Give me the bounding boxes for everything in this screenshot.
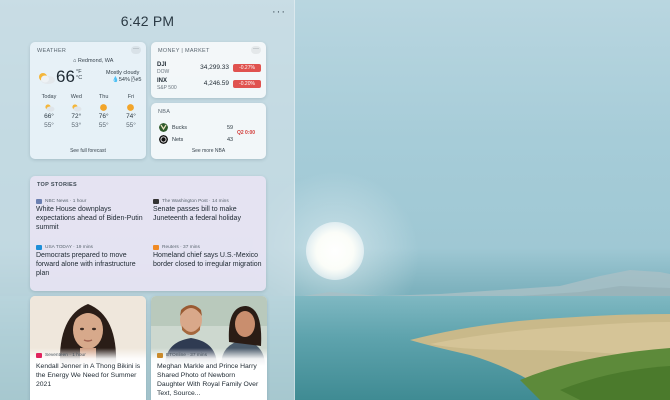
story-title: Homeland chief says U.S.-Mexico border c… [153,252,262,268]
weather-meta: 💧54% 🌬5 [112,77,141,83]
top-stories-header: TOP STORIES [37,182,77,188]
panel-more-button[interactable]: ··· [272,6,286,18]
usa-today-logo-icon [36,244,42,250]
game-status: Q2 0:00 [237,130,256,136]
weather-condition: Mostly cloudy [106,70,140,76]
etonline-logo-icon [157,353,163,358]
humidity: 💧54% [112,77,130,83]
story-item[interactable]: NBC News · 1 hour White House downplays … [36,197,146,232]
stock-row[interactable]: DJI DOW 34,299.33 -0.27% [157,62,261,78]
stock-change-badge: -0.20% [233,80,261,88]
nba-header: NBA [158,109,171,115]
location-pin-icon: ⌂ [73,58,77,64]
top-stories-card: TOP STORIES NBC News · 1 hour White Hous… [30,176,266,291]
money-header: MONEY | MARKET [158,48,210,54]
forecast-day: Today 66° 55° [37,94,61,130]
story-item[interactable]: Reuters · 37 mins Homeland chief says U.… [153,243,263,269]
photo-card-title: Kendall Jenner in A Thong Bikini is the … [36,363,141,388]
money-market-card[interactable]: MONEY | MARKET ··· DJI DOW 34,299.33 -0.… [151,42,266,98]
nba-card[interactable]: NBA Bucks 59 Nets 43 Q2 0:00 See more NB… [151,103,266,159]
forecast-day: Thu 76° 55° [92,94,116,130]
forecast-day: Fri 74° 55° [119,94,143,130]
unit-toggle[interactable]: °F °C [76,69,82,81]
story-title: White House downplays expectations ahead… [36,206,143,231]
widgets-panel: 6:42 PM ··· WEATHER ··· ⌂ Redmond, WA 66… [0,0,295,400]
stock-change-badge: -0.27% [233,64,261,72]
washington-post-logo-icon [153,198,159,204]
forecast-day: Wed 72° 53° [64,94,88,130]
forecast-row: Today 66° 55° Wed 72° 53° Thu 76° 55° Fr… [37,94,143,130]
cloud-sun-icon [37,102,61,112]
weather-card[interactable]: WEATHER ··· ⌂ Redmond, WA 66 °F °C Mostl… [30,42,146,159]
money-menu-button[interactable]: ··· [251,46,261,54]
full-forecast-link[interactable]: See full forecast [30,148,146,154]
sun-icon [119,102,143,112]
stock-row[interactable]: INX S&P 500 4,246.59 -0.20% [157,78,261,94]
cloud-sun-icon [64,102,88,112]
reuters-logo-icon [153,244,159,250]
weather-menu-button[interactable]: ··· [131,46,141,54]
bucks-logo-icon [159,123,168,132]
weather-location: ⌂ Redmond, WA [73,58,114,64]
nbc-news-logo-icon [36,198,42,204]
team-row: Nets 43 [159,135,261,145]
current-temperature: 66 [56,67,75,86]
story-title: Democrats prepared to move forward alone… [36,252,136,277]
news-photo-card[interactable]: Seventeen · 1 hour Kendall Jenner in A T… [30,296,146,400]
news-photo-card[interactable]: ETOnline · 37 mins Meghan Markle and Pri… [151,296,267,400]
see-more-nba-link[interactable]: See more NBA [151,148,266,154]
sun-icon [92,102,116,112]
weather-header: WEATHER [37,48,67,54]
story-title: Senate passes bill to make Juneteenth a … [153,206,241,222]
wind: 🌬5 [131,77,142,83]
photo-card-title: Meghan Markle and Prince Harry Shared Ph… [157,363,259,397]
story-item[interactable]: The Washington Post · 14 mins Senate pas… [153,197,263,223]
panel-clock: 6:42 PM [120,13,175,29]
stock-value: 4,246.59 [203,80,229,87]
nets-logo-icon [159,135,168,144]
stock-value: 34,299.33 [200,64,229,71]
story-item[interactable]: USA TODAY · 19 mins Democrats prepared t… [36,243,146,278]
seventeen-logo-icon [36,353,42,358]
partly-cloudy-icon [39,73,55,84]
